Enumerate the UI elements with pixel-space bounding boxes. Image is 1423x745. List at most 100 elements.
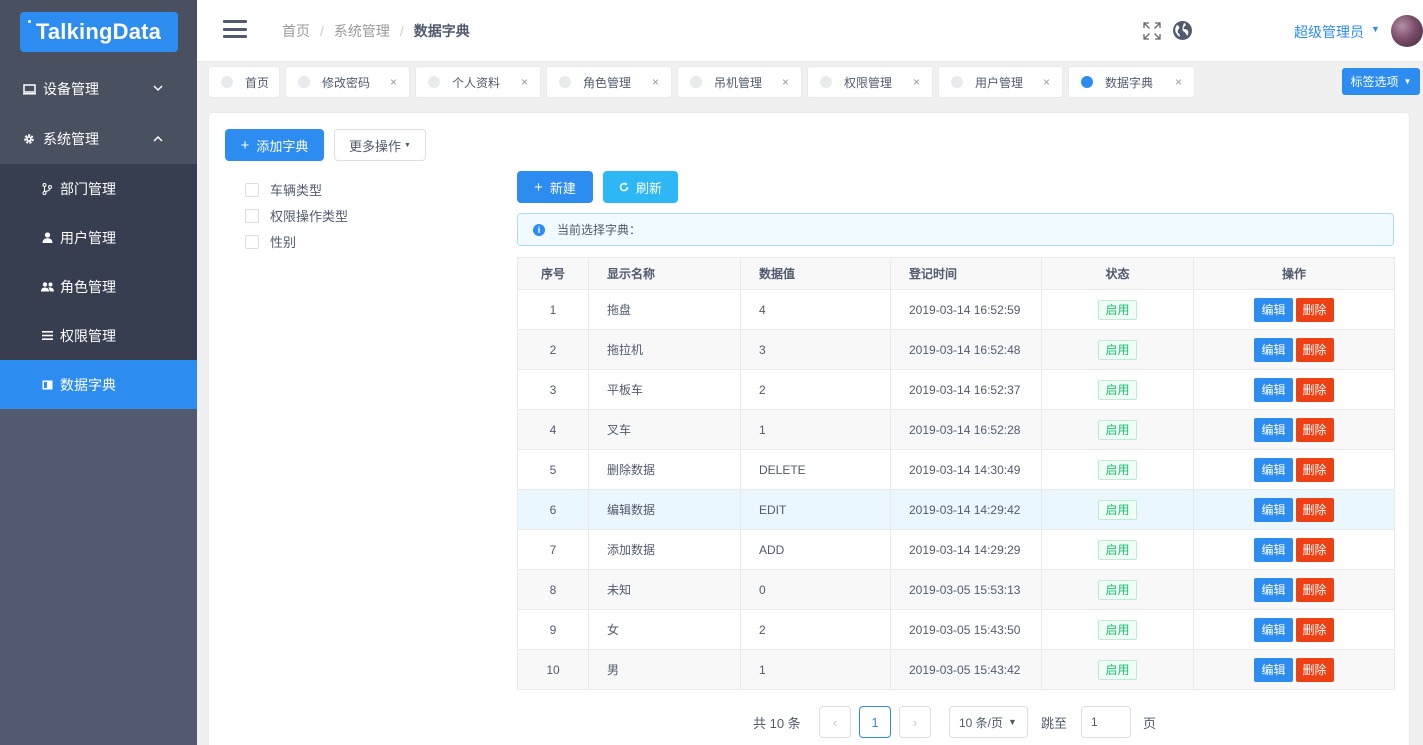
user-menu[interactable]: 超级管理员 [1294, 22, 1364, 42]
tree-checkbox[interactable] [245, 208, 259, 223]
edit-button[interactable]: 编辑 [1254, 657, 1293, 682]
sidebar-item-permissions[interactable]: 权限管理 [0, 311, 197, 360]
delete-button[interactable]: 删除 [1295, 417, 1334, 442]
logo[interactable]: TalkingData [19, 12, 178, 52]
tag-users[interactable]: 用户管理 × [938, 66, 1063, 98]
delete-button[interactable]: 删除 [1295, 457, 1334, 482]
sidebar-item-department[interactable]: 部门管理 [0, 164, 197, 213]
menu-item-system[interactable]: 系统管理 [0, 114, 197, 164]
edit-button[interactable]: 编辑 [1254, 457, 1293, 482]
cell-actions: 编辑 删除 [1193, 569, 1395, 610]
tag-crane[interactable]: 吊机管理 × [677, 66, 802, 98]
language-globe-icon[interactable] [1172, 20, 1193, 41]
tree-item[interactable]: 性别 [245, 232, 296, 251]
cell-index: 6 [517, 489, 589, 530]
cell-name: 编辑数据 [588, 489, 741, 530]
delete-button[interactable]: 删除 [1295, 497, 1334, 522]
more-actions-label: 更多操作 [349, 138, 402, 154]
delete-button[interactable]: 删除 [1295, 537, 1334, 562]
breadcrumb-system[interactable]: 系统管理 [334, 21, 390, 41]
sidebar-item-roles[interactable]: 角色管理 [0, 262, 197, 311]
tag-change-password[interactable]: 修改密码 × [285, 66, 410, 98]
close-icon[interactable]: × [390, 75, 397, 89]
tag-options-button[interactable]: 标签选项 ▼ [1342, 68, 1420, 95]
cell-actions: 编辑 删除 [1193, 369, 1395, 410]
book-icon [40, 380, 54, 390]
delete-button[interactable]: 删除 [1295, 617, 1334, 642]
tree-checkbox[interactable] [245, 182, 259, 197]
column-header-value[interactable]: 数据值 [740, 257, 891, 290]
page-size-select[interactable]: 10 条/页 ▼ [949, 706, 1028, 738]
edit-button[interactable]: 编辑 [1254, 377, 1293, 402]
table-row[interactable]: 9 女 2 2019-03-05 15:43:50 启用 编辑 删除 [517, 609, 1395, 650]
table-row[interactable]: 5 删除数据 DELETE 2019-03-14 14:30:49 启用 编辑 删除 [517, 449, 1395, 490]
tree-item-label[interactable]: 权限操作类型 [270, 206, 348, 225]
sidebar-item-dictionary[interactable]: 数据字典 [0, 360, 197, 409]
avatar[interactable] [1391, 15, 1423, 47]
close-icon[interactable]: × [782, 75, 789, 89]
cell-value: 3 [740, 329, 891, 370]
table-row[interactable]: 2 拖拉机 3 2019-03-14 16:52:48 启用 编辑 删除 [517, 329, 1395, 370]
add-dict-button[interactable]: + 添加字典 [225, 129, 324, 161]
table-row[interactable]: 10 男 1 2019-03-05 15:43:42 启用 编辑 删除 [517, 649, 1395, 690]
page-button-current[interactable]: 1 [859, 706, 891, 738]
close-icon[interactable]: × [913, 75, 920, 89]
refresh-button[interactable]: 刷新 [603, 171, 678, 203]
tree-item[interactable]: 权限操作类型 [245, 206, 348, 225]
more-actions-button[interactable]: 更多操作 ▼ [334, 129, 426, 161]
edit-button[interactable]: 编辑 [1254, 417, 1293, 442]
tree-item[interactable]: 车辆类型 [245, 180, 322, 199]
jump-page-input[interactable] [1081, 706, 1131, 738]
table-row[interactable]: 4 叉车 1 2019-03-14 16:52:28 启用 编辑 删除 [517, 409, 1395, 450]
delete-button[interactable]: 删除 [1295, 657, 1334, 682]
tag-dot-icon [951, 76, 963, 88]
chevron-down-icon: ▼ [1008, 717, 1017, 727]
column-header-actions: 操作 [1193, 257, 1395, 290]
close-icon[interactable]: × [1043, 75, 1050, 89]
edit-button[interactable]: 编辑 [1254, 537, 1293, 562]
delete-button[interactable]: 删除 [1295, 577, 1334, 602]
close-icon[interactable]: × [521, 75, 528, 89]
column-header-time[interactable]: 登记时间 [890, 257, 1042, 290]
edit-button[interactable]: 编辑 [1254, 617, 1293, 642]
table-row[interactable]: 1 拖盘 4 2019-03-14 16:52:59 启用 编辑 删除 [517, 289, 1395, 330]
tag-profile[interactable]: 个人资料 × [415, 66, 541, 98]
delete-button[interactable]: 删除 [1295, 337, 1334, 362]
menu-toggle-icon[interactable] [223, 20, 247, 38]
menu-item-device[interactable]: 设备管理 [0, 64, 197, 114]
tag-label: 首页 [245, 75, 270, 90]
edit-button[interactable]: 编辑 [1254, 337, 1293, 362]
tag-permissions[interactable]: 权限管理 × [807, 66, 933, 98]
next-page-button[interactable]: › [899, 706, 931, 738]
table-row[interactable]: 3 平板车 2 2019-03-14 16:52:37 启用 编辑 删除 [517, 369, 1395, 410]
tree-item-label[interactable]: 性别 [270, 232, 296, 251]
tag-dictionary[interactable]: 数据字典 × [1068, 66, 1195, 98]
column-header-index[interactable]: 序号 [517, 257, 589, 290]
edit-button[interactable]: 编辑 [1254, 577, 1293, 602]
sidebar-item-users[interactable]: 用户管理 [0, 213, 197, 262]
close-icon[interactable]: × [652, 75, 659, 89]
table-row[interactable]: 8 未知 0 2019-03-05 15:53:13 启用 编辑 删除 [517, 569, 1395, 610]
column-header-status[interactable]: 状态 [1041, 257, 1194, 290]
delete-button[interactable]: 删除 [1295, 377, 1334, 402]
column-header-name[interactable]: 显示名称 [588, 257, 741, 290]
caret-down-icon[interactable]: ▼ [1371, 24, 1380, 34]
breadcrumb-home[interactable]: 首页 [282, 21, 310, 41]
prev-page-button[interactable]: ‹ [819, 706, 851, 738]
cell-status: 启用 [1041, 489, 1194, 530]
edit-button[interactable]: 编辑 [1254, 297, 1293, 322]
tag-dot-icon [690, 76, 702, 88]
fullscreen-icon[interactable] [1142, 21, 1162, 41]
tree-checkbox[interactable] [245, 234, 259, 249]
close-icon[interactable]: × [1175, 75, 1182, 89]
table-row[interactable]: 6 编辑数据 EDIT 2019-03-14 14:29:42 启用 编辑 删除 [517, 489, 1395, 530]
tag-label: 个人资料 [452, 75, 501, 90]
laptop-icon [22, 83, 36, 95]
tree-item-label[interactable]: 车辆类型 [270, 180, 322, 199]
delete-button[interactable]: 删除 [1295, 297, 1334, 322]
table-row[interactable]: 7 添加数据 ADD 2019-03-14 14:29:29 启用 编辑 删除 [517, 529, 1395, 570]
new-button[interactable]: + 新建 [517, 171, 593, 203]
edit-button[interactable]: 编辑 [1254, 497, 1293, 522]
tag-roles[interactable]: 角色管理 × [546, 66, 672, 98]
tag-home[interactable]: 首页 [208, 66, 280, 98]
